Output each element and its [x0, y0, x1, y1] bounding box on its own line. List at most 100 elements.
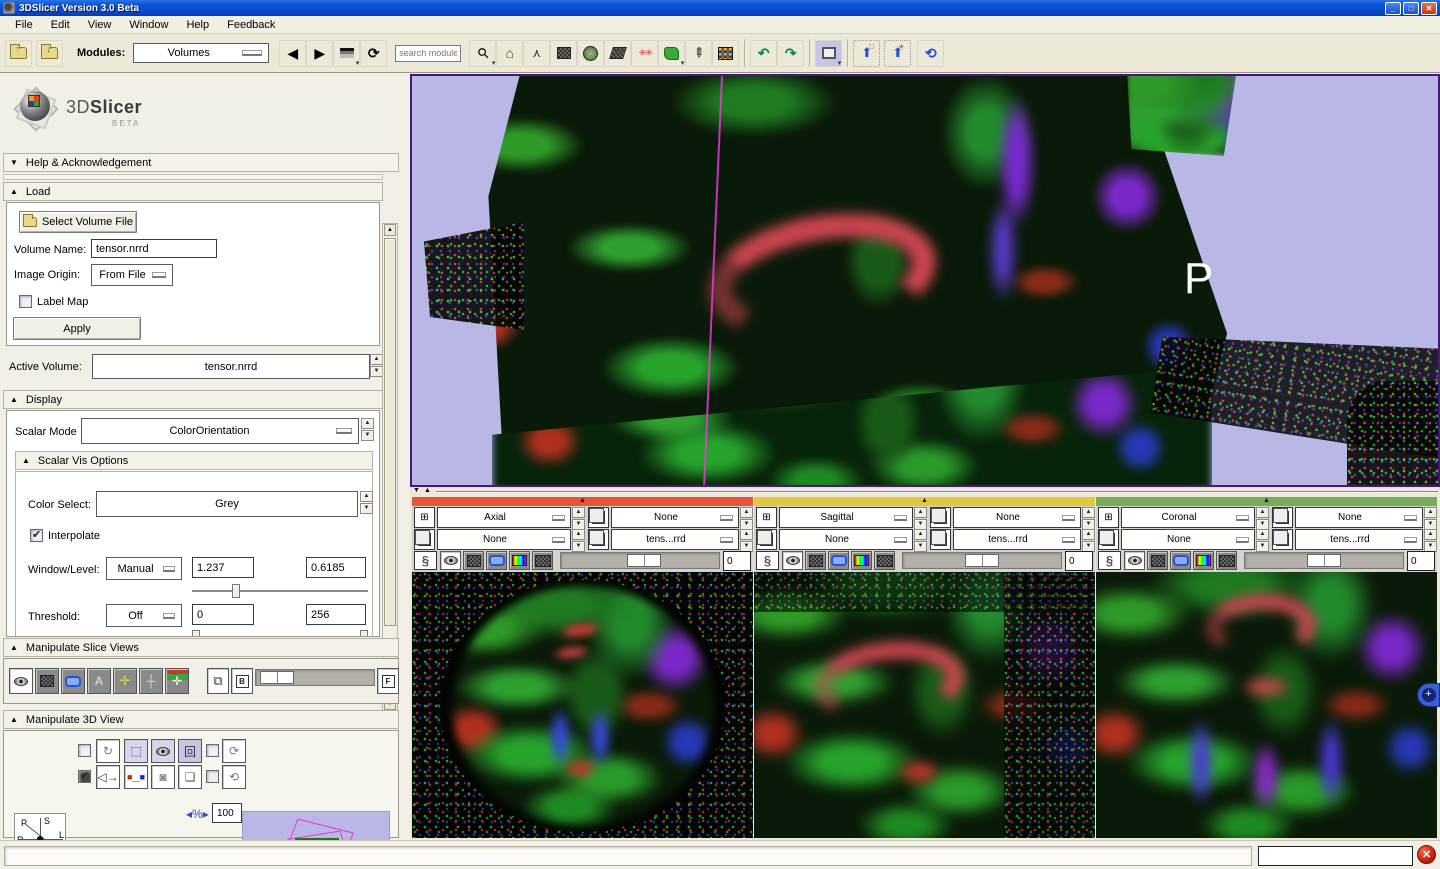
- foreground-spinner[interactable]: ▲▼: [740, 507, 753, 528]
- view3d-render-area[interactable]: P: [410, 74, 1440, 487]
- coronal-orientation-dropdown[interactable]: Coronal: [1121, 507, 1255, 528]
- transforms-module-button[interactable]: [604, 40, 631, 67]
- grid-button[interactable]: [532, 551, 553, 570]
- label-spinner[interactable]: ▲▼: [572, 529, 585, 550]
- zoom-percent-icon[interactable]: ◂%▸: [186, 807, 209, 821]
- label-opacity-button[interactable]: [1147, 551, 1168, 570]
- sagittal-orientation-dropdown[interactable]: Sagittal: [779, 507, 913, 528]
- label-opacity-button[interactable]: [805, 551, 826, 570]
- axial-label-dropdown[interactable]: None: [437, 529, 571, 550]
- axial-background-dropdown[interactable]: tens...rrd: [611, 529, 739, 550]
- module-search-button[interactable]: ⚲: [469, 40, 496, 67]
- stereo-button[interactable]: ■‿■: [124, 765, 148, 789]
- spin-view-button[interactable]: ↻: [96, 739, 120, 763]
- slider-thumb[interactable]: [1307, 554, 1341, 567]
- level-value-input[interactable]: [306, 557, 366, 578]
- rock-view-button[interactable]: ◙: [151, 765, 175, 789]
- slider-thumb[interactable]: [627, 554, 661, 567]
- scroll-up-icon[interactable]: ▲: [384, 224, 396, 236]
- foreground-layer-button[interactable]: F: [1272, 507, 1293, 528]
- section-scalar-vis-options[interactable]: ▲ Scalar Vis Options: [15, 451, 373, 470]
- mouse-place-button[interactable]: ⬆✳: [884, 40, 911, 67]
- foreground-spinner[interactable]: ▲▼: [1424, 507, 1437, 528]
- menu-window[interactable]: Window: [120, 17, 177, 33]
- compare-layout-button[interactable]: ⧉: [207, 668, 229, 694]
- section-load[interactable]: ▲ Load: [3, 182, 383, 201]
- ortho-checkbox[interactable]: [78, 770, 91, 783]
- label-layer-button[interactable]: L: [414, 529, 435, 550]
- slices-visibility-button[interactable]: [9, 668, 33, 694]
- annotation-module-button[interactable]: ✎: [685, 40, 712, 67]
- foreground-layer-button[interactable]: F: [588, 507, 609, 528]
- select-volume-file-button[interactable]: Select Volume File: [19, 211, 137, 233]
- close-button[interactable]: ✕: [1421, 2, 1437, 15]
- screen-capture-button[interactable]: ⟲: [917, 40, 944, 67]
- look-direction-button[interactable]: ◁→: [96, 765, 120, 789]
- animation-mode-button[interactable]: ❏: [178, 765, 202, 789]
- search-modules-input[interactable]: [395, 45, 461, 62]
- crosshair-button[interactable]: ✛: [113, 668, 137, 694]
- sagittal-label-dropdown[interactable]: None: [779, 529, 913, 550]
- minimize-button[interactable]: _: [1385, 2, 1401, 15]
- module-prev-button[interactable]: ◀: [279, 40, 306, 67]
- foreground-spinner[interactable]: ▲▼: [1082, 507, 1095, 528]
- axial-offset-input[interactable]: [723, 551, 751, 571]
- module-history-button[interactable]: [333, 40, 360, 67]
- models-module-button[interactable]: [577, 40, 604, 67]
- background-spinner[interactable]: ▲▼: [1082, 529, 1095, 550]
- label-layer-button[interactable]: L: [756, 529, 777, 550]
- orientation-spinner[interactable]: ▲▼: [572, 507, 585, 528]
- coronal-background-dropdown[interactable]: tens...rrd: [1295, 529, 1423, 550]
- scalar-mode-dropdown[interactable]: ColorOrientation: [81, 418, 359, 444]
- color-select-dropdown[interactable]: Grey: [96, 491, 358, 517]
- color-select-spinner[interactable]: ▲▼: [360, 491, 373, 517]
- orientation-spinner[interactable]: ▲▼: [914, 507, 927, 528]
- fit-slice-button[interactable]: [1170, 551, 1191, 570]
- background-spinner[interactable]: ▲▼: [740, 529, 753, 550]
- threshold-range-slider[interactable]: [192, 630, 368, 637]
- grid-button[interactable]: [1216, 551, 1237, 570]
- slider-thumb-low[interactable]: [192, 630, 200, 637]
- layout-selector-button[interactable]: [815, 40, 842, 67]
- axial-color-bar[interactable]: ▲: [412, 497, 753, 506]
- sagittal-offset-input[interactable]: [1065, 551, 1093, 571]
- rock-enable-checkbox[interactable]: [206, 744, 219, 757]
- link-views-button[interactable]: §: [756, 551, 779, 570]
- editor-module-button[interactable]: [658, 40, 685, 67]
- window-value-input[interactable]: [192, 557, 254, 578]
- modules-dropdown[interactable]: Volumes: [133, 43, 269, 63]
- coronal-color-bar[interactable]: ▲: [1096, 497, 1437, 506]
- background-layer-button[interactable]: B: [588, 529, 609, 550]
- section-display[interactable]: ▲ Display: [3, 390, 383, 409]
- volume-name-input[interactable]: [91, 239, 217, 258]
- slice-orientation-button[interactable]: ⊞: [414, 507, 435, 528]
- spin-enable-checkbox[interactable]: [78, 744, 91, 757]
- label-layer-button[interactable]: L: [1098, 529, 1119, 550]
- apply-button[interactable]: Apply: [13, 317, 141, 340]
- maximize-button[interactable]: □: [1403, 2, 1419, 15]
- fiducials-module-button[interactable]: ✳✳: [631, 40, 658, 67]
- section-help-acknowledgement[interactable]: ▼ Help & Acknowledgement: [3, 153, 399, 172]
- menu-edit[interactable]: Edit: [42, 17, 79, 33]
- slice-orientation-button[interactable]: ⊞: [756, 507, 777, 528]
- axial-foreground-dropdown[interactable]: None: [611, 507, 739, 528]
- background-layer-button[interactable]: B: [930, 529, 951, 550]
- title-bar[interactable]: 3DSlicer Version 3.0 Beta _ □ ✕: [0, 0, 1440, 16]
- section-manipulate-3d-view[interactable]: ▲ Manipulate 3D View: [3, 710, 399, 729]
- sagittal-slice-image[interactable]: [754, 572, 1095, 838]
- slice-visibility-button[interactable]: [440, 551, 461, 570]
- undo-button[interactable]: ↶: [750, 40, 777, 67]
- navigator-button[interactable]: ✛: [165, 668, 189, 694]
- slice-controller-eye-widget[interactable]: +: [1417, 683, 1440, 707]
- measurements-module-button[interactable]: ⋏: [523, 40, 550, 67]
- colorbar-button[interactable]: [851, 551, 872, 570]
- section-manipulate-slice-views[interactable]: ▲ Manipulate Slice Views: [3, 638, 399, 657]
- foreground-layer-button[interactable]: F: [930, 507, 951, 528]
- active-volume-dropdown[interactable]: tensor.nrrd: [92, 354, 370, 379]
- collapse-down-icon[interactable]: ▼: [413, 487, 420, 494]
- colorbar-button[interactable]: [509, 551, 530, 570]
- menu-view[interactable]: View: [79, 17, 121, 33]
- colorbar-button[interactable]: [1193, 551, 1214, 570]
- foreground-toggle-button[interactable]: F: [377, 668, 399, 694]
- background-spinner[interactable]: ▲▼: [1424, 529, 1437, 550]
